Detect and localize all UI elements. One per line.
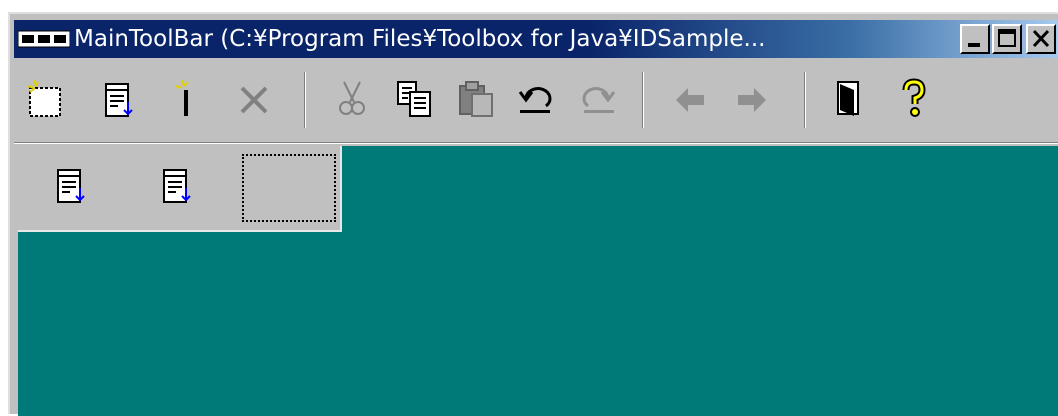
cut-button[interactable] xyxy=(330,76,374,120)
title-bar[interactable]: MainToolBar (C:¥Program Files¥Toolbox fo… xyxy=(14,20,1058,58)
exit-button[interactable] xyxy=(828,76,872,120)
maximize-icon xyxy=(998,29,1016,47)
open-icon xyxy=(105,83,133,117)
cut-icon xyxy=(339,81,365,115)
help-icon xyxy=(902,78,926,117)
paste-button[interactable] xyxy=(454,76,498,120)
document-refresh-icon xyxy=(57,169,85,203)
new-item-button[interactable] xyxy=(164,76,208,120)
forward-arrow-icon xyxy=(738,88,766,112)
minimize-button[interactable] xyxy=(960,24,990,54)
undo-button[interactable] xyxy=(514,76,558,120)
toolbar-divider xyxy=(14,142,1058,144)
delete-icon xyxy=(240,86,268,114)
minimize-icon xyxy=(968,43,980,47)
toolbar-separator xyxy=(304,72,306,128)
toolbar-separator xyxy=(642,72,644,128)
redo-button[interactable] xyxy=(576,76,620,120)
toolbar-app-icon xyxy=(18,30,70,48)
open-button[interactable] xyxy=(98,76,142,120)
back-button[interactable] xyxy=(668,76,712,120)
main-window: MainToolBar (C:¥Program Files¥Toolbox fo… xyxy=(8,12,1058,416)
delete-button[interactable] xyxy=(232,76,276,120)
back-arrow-icon xyxy=(676,88,704,112)
main-toolbar xyxy=(14,62,1058,140)
new-icon xyxy=(27,79,61,117)
maximize-button[interactable] xyxy=(992,24,1022,54)
client-area xyxy=(18,146,1058,416)
new-button[interactable] xyxy=(24,76,68,120)
toolbar-separator xyxy=(804,72,806,128)
dotted-placeholder[interactable] xyxy=(242,154,336,222)
close-button[interactable] xyxy=(1026,24,1056,54)
panel-button[interactable] xyxy=(158,166,198,206)
document-refresh-icon xyxy=(163,169,191,203)
copy-button[interactable] xyxy=(392,76,436,120)
redo-icon xyxy=(582,87,616,113)
new-item-icon xyxy=(175,79,189,116)
undo-icon xyxy=(518,87,552,113)
floating-toolbar-panel xyxy=(18,146,342,232)
exit-icon xyxy=(837,81,859,116)
forward-button[interactable] xyxy=(730,76,774,120)
close-icon xyxy=(1032,29,1050,48)
copy-icon xyxy=(397,81,431,117)
paste-icon xyxy=(459,81,493,117)
help-button[interactable] xyxy=(892,76,936,120)
panel-button[interactable] xyxy=(52,166,92,206)
window-title: MainToolBar (C:¥Program Files¥Toolbox fo… xyxy=(74,26,766,52)
